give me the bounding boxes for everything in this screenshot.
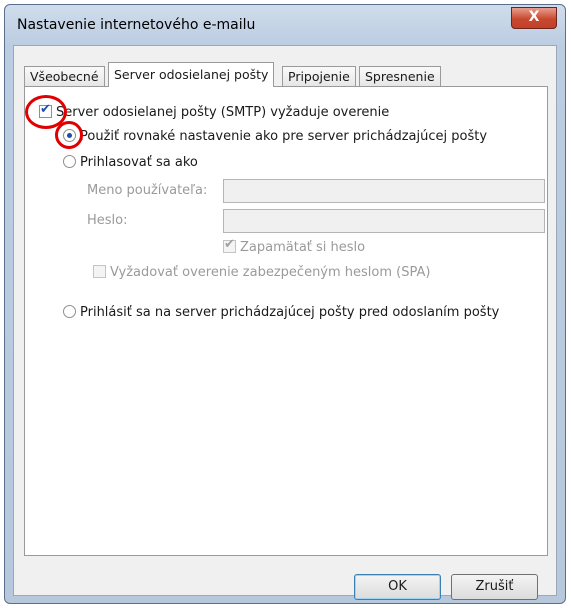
window-title: Nastavenie internetového e-mailu (17, 17, 256, 33)
login-as-label: Prihlasovať sa ako (80, 155, 198, 170)
checkmark-icon: ✔ (224, 237, 235, 252)
tab-outgoing-server[interactable]: Server odosielanej pošty (108, 62, 275, 87)
tab-label: Spresnenie (365, 69, 435, 84)
smtp-auth-label: Server odosielanej pošty (SMTP) vyžaduje… (56, 105, 390, 120)
spa-checkbox[interactable]: Vyžadovať overenie zabezpečeným heslom (… (93, 265, 430, 280)
title-bar[interactable]: Nastavenie internetového e-mailu X (5, 5, 565, 45)
remember-password-label: Zapamätať si heslo (240, 240, 366, 255)
annotation-circle-radio (55, 121, 83, 149)
tab-connection[interactable]: Pripojenie (282, 66, 356, 86)
tab-label: Server odosielanej pošty (114, 67, 269, 82)
dialog-body: Všeobecné Server odosielanej pošty Pripo… (13, 45, 557, 600)
login-as-radio[interactable]: Prihlasovať sa ako (63, 155, 198, 170)
username-field[interactable] (223, 179, 545, 203)
tab-label: Všeobecné (30, 69, 99, 84)
username-label: Meno používateľa: (87, 183, 208, 198)
tab-advanced[interactable]: Spresnenie (359, 66, 441, 86)
same-settings-radio[interactable]: Použiť rovnaké nastavenie ako pre server… (63, 129, 487, 144)
password-field[interactable] (223, 209, 545, 233)
outgoing-server-panel: ✔ Server odosielanej pošty (SMTP) vyžaduj… (24, 86, 548, 556)
checkbox-unchecked-disabled[interactable] (93, 265, 106, 278)
login-before-send-label: Prihlásiť sa na server prichádzajúcej po… (80, 305, 500, 320)
close-button[interactable]: X (511, 7, 557, 29)
checkbox-checked-disabled[interactable]: ✔ (223, 237, 236, 253)
radio-unselected[interactable] (63, 155, 76, 168)
password-label: Heslo: (87, 213, 128, 228)
tab-label: Pripojenie (288, 69, 350, 84)
close-icon: X (528, 9, 540, 25)
dialog-window: Nastavenie internetového e-mailu X Všeob… (4, 4, 566, 604)
ok-button[interactable]: OK (354, 574, 441, 600)
radio-unselected[interactable] (63, 305, 76, 318)
tab-general[interactable]: Všeobecné (24, 66, 105, 86)
remember-password-checkbox[interactable]: ✔ Zapamätať si heslo (223, 237, 366, 255)
login-before-send-radio[interactable]: Prihlásiť sa na server prichádzajúcej po… (63, 305, 499, 320)
smtp-auth-checkbox[interactable]: ✔ Server odosielanej pošty (SMTP) vyžaduj… (39, 102, 390, 120)
same-settings-label: Použiť rovnaké nastavenie ako pre server… (80, 129, 488, 144)
spa-label: Vyžadovať overenie zabezpečeným heslom (… (110, 265, 431, 280)
cancel-button[interactable]: Zrušiť (451, 574, 538, 600)
